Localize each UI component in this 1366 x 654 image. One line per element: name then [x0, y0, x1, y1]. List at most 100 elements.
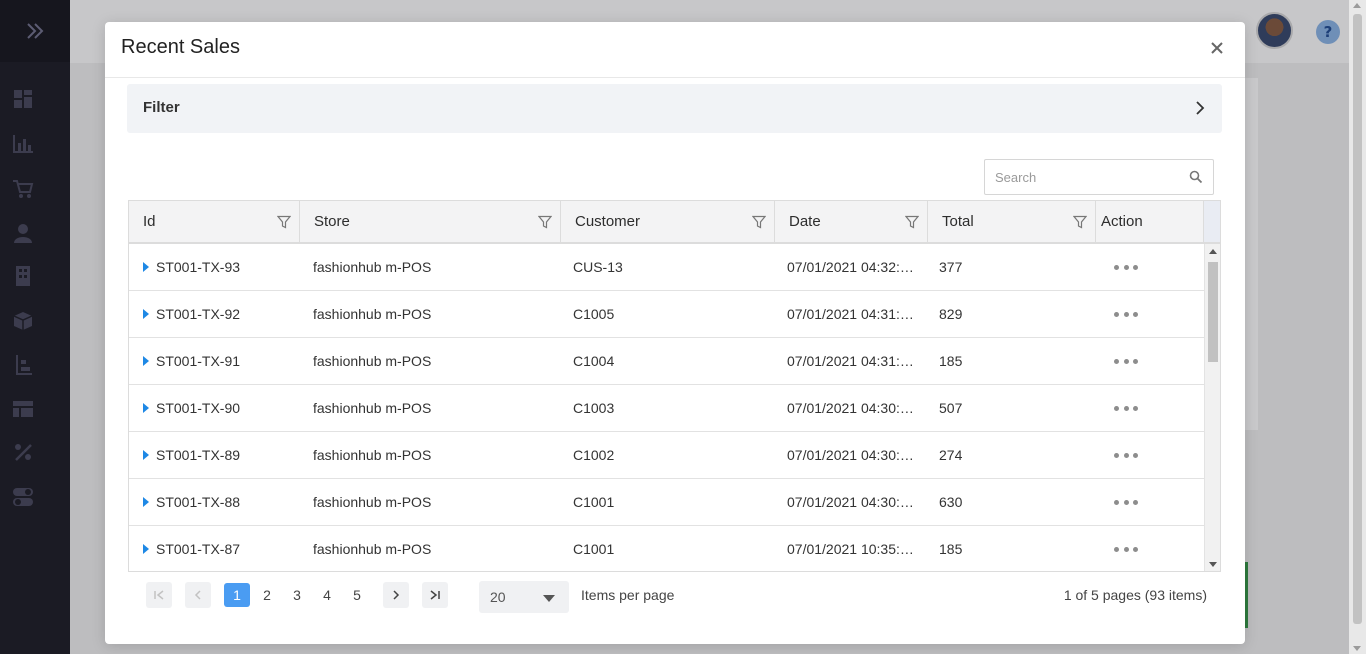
filter-panel-toggle[interactable]: Filter [127, 84, 1222, 133]
column-header-date[interactable]: Date [775, 201, 928, 242]
page-size-select[interactable]: 20 [479, 581, 569, 613]
chevron-right-icon [393, 590, 400, 600]
cell-customer: C1003 [573, 400, 615, 416]
page-button-5[interactable]: 5 [344, 582, 370, 608]
filter-icon[interactable] [277, 215, 291, 229]
table-row[interactable]: ST001-TX-87 fashionhub m-POS C1001 07/01… [129, 526, 1204, 571]
scroll-down-icon[interactable] [1353, 646, 1361, 651]
cell-action [1096, 291, 1204, 337]
search-box [984, 159, 1214, 195]
page-button-2[interactable]: 2 [254, 582, 280, 608]
table-row[interactable]: ST001-TX-93 fashionhub m-POS CUS-13 07/0… [129, 244, 1204, 291]
table-icon[interactable] [12, 398, 34, 420]
expand-row-icon[interactable] [143, 403, 149, 413]
expand-row-icon[interactable] [143, 544, 149, 554]
more-actions-icon[interactable] [1114, 500, 1138, 506]
column-header-store[interactable]: Store [300, 201, 561, 242]
cell-customer: C1001 [573, 541, 615, 557]
page-scrollbar[interactable] [1349, 0, 1366, 654]
avatar[interactable] [1256, 12, 1293, 49]
cell-id: ST001-TX-91 [129, 338, 300, 384]
modal-title: Recent Sales [121, 36, 240, 58]
more-actions-icon[interactable] [1114, 265, 1138, 271]
cell-action [1096, 244, 1204, 290]
table-row[interactable]: ST001-TX-91 fashionhub m-POS C1004 07/01… [129, 338, 1204, 385]
cell-action [1096, 338, 1204, 384]
table-row[interactable]: ST001-TX-90 fashionhub m-POS C1003 07/01… [129, 385, 1204, 432]
row-id: ST001-TX-92 [156, 306, 241, 322]
column-header-id[interactable]: Id [129, 201, 300, 242]
cell-date: 07/01/2021 04:31:52... [787, 306, 918, 322]
table-row[interactable]: ST001-TX-88 fashionhub m-POS C1001 07/01… [129, 479, 1204, 526]
cell-action [1096, 432, 1204, 478]
cell-total: 274 [939, 447, 963, 463]
first-page-button[interactable] [146, 582, 172, 608]
close-button[interactable] [1205, 36, 1229, 60]
cell-store: fashionhub m-POS [313, 306, 432, 322]
cell-store: fashionhub m-POS [313, 494, 432, 510]
page-button-3[interactable]: 3 [284, 582, 310, 608]
filter-icon[interactable] [538, 215, 552, 229]
more-actions-icon[interactable] [1114, 312, 1138, 318]
column-label: Store [314, 213, 350, 230]
expand-row-icon[interactable] [143, 497, 149, 507]
search-input[interactable] [985, 160, 1185, 194]
expand-row-icon[interactable] [143, 262, 149, 272]
scrollbar-thumb[interactable] [1208, 262, 1218, 362]
cell-total: 185 [939, 353, 963, 369]
chart-icon[interactable] [12, 133, 34, 155]
first-page-icon [154, 590, 164, 600]
sidebar-toggle-button[interactable] [0, 0, 70, 62]
toggle-icon[interactable] [12, 486, 34, 508]
user-icon[interactable] [12, 222, 34, 244]
page-button-1[interactable]: 1 [224, 583, 250, 607]
scrollbar-thumb[interactable] [1353, 14, 1362, 624]
more-actions-icon[interactable] [1114, 547, 1138, 553]
expand-row-icon[interactable] [143, 450, 149, 460]
caret-down-icon [543, 595, 555, 602]
cell-total: 630 [939, 494, 963, 510]
box-icon[interactable] [12, 310, 34, 332]
dashboard-icon[interactable] [12, 88, 34, 110]
last-page-button[interactable] [422, 582, 448, 608]
grid-scrollbar[interactable] [1204, 244, 1220, 571]
cart-icon[interactable] [12, 178, 34, 200]
building-icon[interactable] [12, 265, 34, 287]
cell-id: ST001-TX-92 [129, 291, 300, 337]
scroll-up-icon[interactable] [1353, 3, 1361, 8]
chevron-left-icon [194, 590, 201, 600]
next-page-button[interactable] [383, 582, 409, 608]
cell-store: fashionhub m-POS [313, 259, 432, 275]
more-actions-icon[interactable] [1114, 406, 1138, 412]
filter-icon[interactable] [905, 215, 919, 229]
more-actions-icon[interactable] [1114, 453, 1138, 459]
row-id: ST001-TX-87 [156, 541, 241, 557]
column-header-total[interactable]: Total [928, 201, 1096, 242]
scroll-down-icon[interactable] [1209, 562, 1217, 567]
column-header-customer[interactable]: Customer [561, 201, 775, 242]
expand-row-icon[interactable] [143, 356, 149, 366]
discount-icon[interactable] [12, 441, 34, 463]
filter-label: Filter [143, 99, 180, 116]
cell-date: 07/01/2021 04:30:11 ... [787, 494, 918, 510]
cell-date: 07/01/2021 10:35:25... [787, 541, 918, 557]
table-row[interactable]: ST001-TX-89 fashionhub m-POS C1002 07/01… [129, 432, 1204, 479]
column-label: Date [789, 213, 821, 230]
cell-customer: C1005 [573, 306, 615, 322]
column-header-action: Action [1096, 201, 1204, 242]
filter-icon[interactable] [752, 215, 766, 229]
cell-id: ST001-TX-90 [129, 385, 300, 431]
workflow-icon[interactable] [12, 354, 34, 376]
close-icon [1211, 42, 1223, 54]
page-button-4[interactable]: 4 [314, 582, 340, 608]
header-scroll-spacer [1204, 201, 1220, 242]
table-row[interactable]: ST001-TX-92 fashionhub m-POS C1005 07/01… [129, 291, 1204, 338]
column-label: Id [143, 213, 156, 230]
expand-row-icon[interactable] [143, 309, 149, 319]
prev-page-button[interactable] [185, 582, 211, 608]
scroll-up-icon[interactable] [1209, 249, 1217, 254]
filter-icon[interactable] [1073, 215, 1087, 229]
more-actions-icon[interactable] [1114, 359, 1138, 365]
search-icon[interactable] [1189, 170, 1203, 184]
help-icon[interactable]: ? [1316, 20, 1340, 44]
